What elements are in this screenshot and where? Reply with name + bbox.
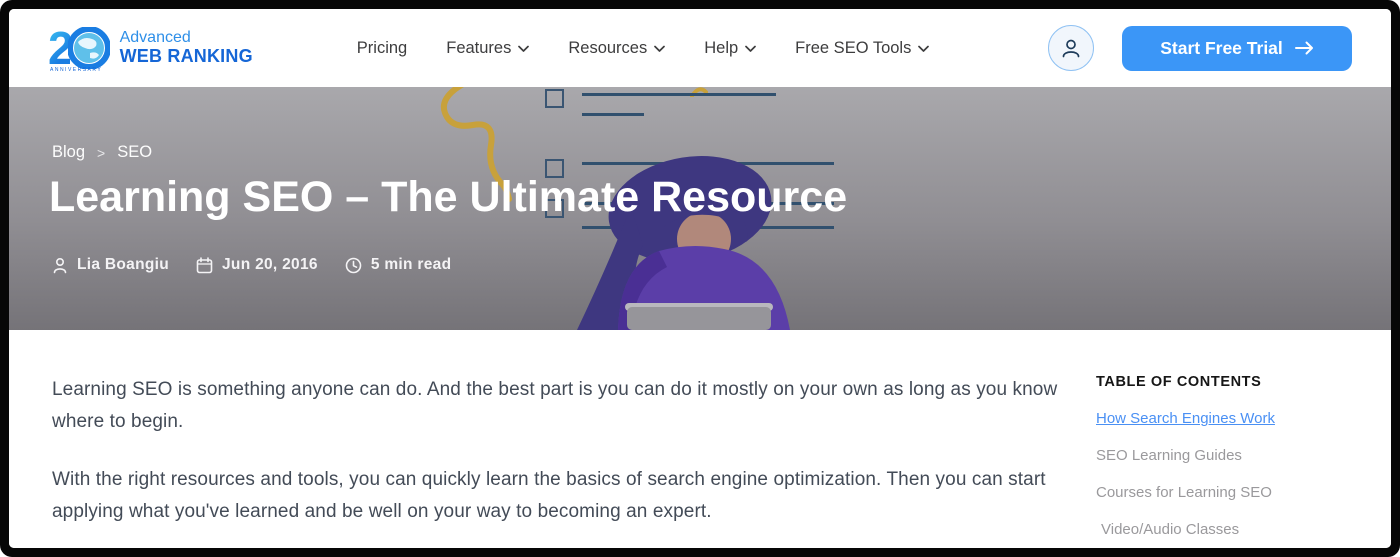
nav-label: Pricing — [357, 39, 407, 58]
breadcrumb-separator: > — [97, 145, 105, 161]
toc-link[interactable]: Courses for Learning SEO — [1096, 484, 1272, 501]
breadcrumb-seo-link[interactable]: SEO — [117, 143, 152, 162]
globe-icon — [68, 27, 110, 69]
date-meta: Jun 20, 2016 — [196, 256, 318, 274]
nav-label: Free SEO Tools — [795, 39, 911, 58]
nav-label: Help — [704, 39, 738, 58]
logo[interactable]: 2 ANNIVERSARY Advanced WEB RANKING — [48, 22, 253, 74]
toc-item-how-search-engines-work[interactable]: How Search Engines Work — [1096, 410, 1371, 427]
toc-link[interactable]: SEO Learning Guides — [1096, 447, 1242, 464]
logo-number: 2 — [48, 25, 70, 71]
publish-date: Jun 20, 2016 — [222, 256, 318, 274]
logo-mark: 2 ANNIVERSARY — [48, 22, 110, 74]
hero-copy: Blog > SEO Learning SEO – The Ultimate R… — [9, 87, 1391, 330]
nav-item-help[interactable]: Help — [704, 39, 756, 58]
read-time: 5 min read — [371, 256, 452, 274]
start-free-trial-button[interactable]: Start Free Trial — [1122, 26, 1352, 71]
chevron-down-icon — [745, 45, 756, 53]
arrow-right-icon — [1295, 41, 1314, 55]
site-header: 2 ANNIVERSARY Advanced WEB RANKING — [9, 9, 1391, 87]
chevron-down-icon — [918, 45, 929, 53]
main-nav: Pricing Features Resources Help Free SEO… — [357, 39, 930, 58]
nav-label: Resources — [568, 39, 647, 58]
toc-link[interactable]: Video/Audio Classes — [1101, 521, 1239, 538]
chevron-down-icon — [654, 45, 665, 53]
toc-heading: TABLE OF CONTENTS — [1096, 374, 1371, 390]
logo-line2: WEB RANKING — [120, 47, 253, 66]
article-paragraph: Learning SEO is something anyone can do.… — [52, 374, 1062, 439]
clock-icon — [345, 257, 362, 274]
article-body: Learning SEO is something anyone can do.… — [52, 374, 1062, 548]
toc-item-courses-for-learning-seo[interactable]: Courses for Learning SEO — [1096, 484, 1371, 501]
logo-line1: Advanced — [120, 30, 253, 47]
logo-text: Advanced WEB RANKING — [120, 30, 253, 66]
breadcrumb-blog-link[interactable]: Blog — [52, 143, 85, 162]
account-button[interactable] — [1048, 25, 1094, 71]
author-icon — [52, 257, 68, 274]
chevron-down-icon — [518, 45, 529, 53]
toc-item-video-audio-classes[interactable]: Video/Audio Classes — [1096, 521, 1371, 538]
article-paragraph: With the right resources and tools, you … — [52, 464, 1062, 529]
nav-item-resources[interactable]: Resources — [568, 39, 665, 58]
logo-anniversary-text: ANNIVERSARY — [50, 67, 102, 73]
author-name: Lia Boangiu — [77, 256, 169, 274]
breadcrumb: Blog > SEO — [52, 143, 152, 162]
post-meta: Lia Boangiu Jun 20, 2016 — [52, 256, 451, 274]
nav-item-features[interactable]: Features — [446, 39, 529, 58]
toc-item-seo-learning-guides[interactable]: SEO Learning Guides — [1096, 447, 1371, 464]
calendar-icon — [196, 257, 213, 274]
content-area: Learning SEO is something anyone can do.… — [9, 330, 1391, 548]
nav-item-free-seo-tools[interactable]: Free SEO Tools — [795, 39, 929, 58]
page: 2 ANNIVERSARY Advanced WEB RANKING — [9, 9, 1391, 548]
toc-link[interactable]: How Search Engines Work — [1096, 410, 1275, 427]
header-actions: Start Free Trial — [1048, 25, 1352, 71]
hero-banner: Blog > SEO Learning SEO – The Ultimate R… — [9, 87, 1391, 330]
user-icon — [1060, 37, 1082, 59]
read-time-meta: 5 min read — [345, 256, 452, 274]
cta-label: Start Free Trial — [1160, 38, 1283, 59]
page-title: Learning SEO – The Ultimate Resource — [49, 173, 847, 222]
author-meta: Lia Boangiu — [52, 256, 169, 274]
table-of-contents: TABLE OF CONTENTS How Search Engines Wor… — [1096, 374, 1371, 538]
nav-item-pricing[interactable]: Pricing — [357, 39, 407, 58]
nav-label: Features — [446, 39, 511, 58]
screenshot-frame: 2 ANNIVERSARY Advanced WEB RANKING — [0, 0, 1400, 557]
